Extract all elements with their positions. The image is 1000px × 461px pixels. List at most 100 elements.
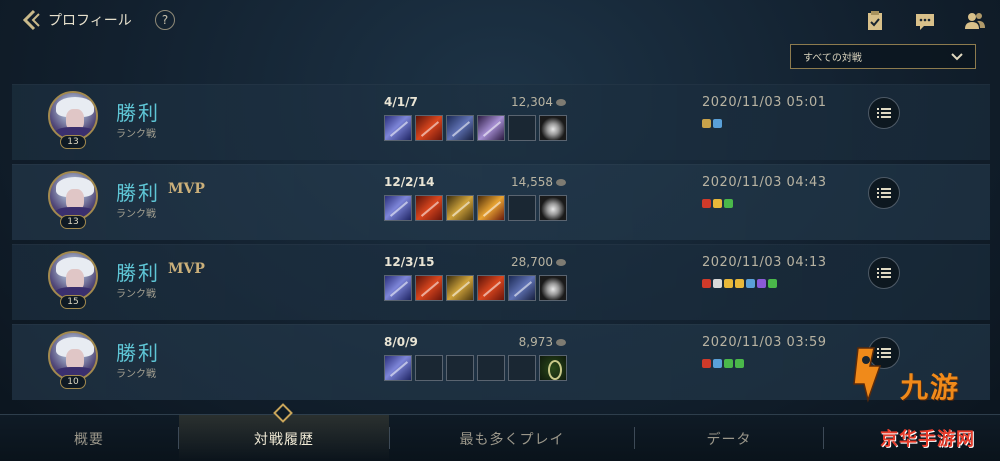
champion-portrait (48, 331, 98, 381)
gold-value: 8,973 (518, 335, 553, 349)
item-slot[interactable] (446, 275, 474, 301)
match-result: 勝利 (116, 341, 160, 365)
empty-item-slot[interactable] (508, 355, 536, 381)
item-slots (384, 115, 567, 141)
tab-most-played[interactable]: 最も多くプレイ (390, 415, 634, 461)
item-slot[interactable] (539, 195, 567, 221)
match-filter-dropdown[interactable]: すべての対戦 (790, 44, 976, 69)
match-detail-button[interactable] (868, 257, 900, 289)
item-slot[interactable] (415, 115, 443, 141)
friends-icon[interactable] (964, 10, 986, 32)
list-icon (877, 268, 891, 278)
match-result: 勝利 (116, 261, 160, 285)
kda: 12/3/15 (384, 255, 435, 269)
champion-portrait (48, 171, 98, 221)
back-button[interactable]: プロフィール (20, 8, 132, 32)
gold-value: 14,558 (511, 175, 553, 189)
achievement-icon (735, 279, 744, 288)
champion-portrait (48, 91, 98, 141)
match-row[interactable]: 10 勝利 ランク戦 8/0/9 8,973 2020/11/03 03:59 (12, 324, 990, 400)
item-slot[interactable] (384, 275, 412, 301)
chat-icon[interactable] (914, 10, 936, 32)
game-mode: ランク戦 (116, 369, 156, 380)
item-slot[interactable] (415, 275, 443, 301)
match-date: 2020/11/03 04:43 (702, 175, 827, 190)
achievement-icon (702, 119, 711, 128)
chevron-down-icon (951, 52, 963, 60)
tab-data[interactable]: データ (635, 415, 823, 461)
achievement-icon (757, 279, 766, 288)
item-slot[interactable] (539, 355, 567, 381)
achievement-icon (702, 279, 711, 288)
top-bar: プロフィール ? (0, 0, 1000, 42)
achievement-icon (768, 279, 777, 288)
mvp-badge: MVP (168, 181, 205, 197)
champion-level-badge: 13 (60, 135, 86, 149)
achievement-badges (702, 119, 722, 128)
mvp-badge: MVP (168, 261, 205, 277)
tab-overview[interactable]: 概要 (0, 415, 178, 461)
match-date: 2020/11/03 03:59 (702, 335, 827, 350)
gold-earned: 8,973 (482, 335, 566, 349)
gold-icon (556, 339, 566, 346)
match-row[interactable]: 15 勝利 MVP ランク戦 12/3/15 28,700 2020/11/03… (12, 244, 990, 320)
champion-level-badge: 13 (60, 215, 86, 229)
gold-earned: 12,304 (482, 95, 566, 109)
match-result: 勝利 (116, 101, 160, 125)
watermark-site: 京华手游网 (880, 429, 975, 450)
item-slot[interactable] (415, 195, 443, 221)
empty-item-slot[interactable] (446, 355, 474, 381)
achievement-icon (724, 359, 733, 368)
achievement-icon (746, 279, 755, 288)
item-slots (384, 195, 567, 221)
item-slot[interactable] (539, 275, 567, 301)
item-slot[interactable] (446, 115, 474, 141)
kda: 8/0/9 (384, 335, 418, 349)
kda: 12/2/14 (384, 175, 435, 189)
item-slot[interactable] (477, 115, 505, 141)
tab-divider (823, 427, 824, 449)
empty-item-slot[interactable] (508, 195, 536, 221)
achievement-icon (713, 359, 722, 368)
item-slot[interactable] (446, 195, 474, 221)
checklist-icon[interactable] (864, 10, 886, 32)
match-row[interactable]: 13 勝利 MVP ランク戦 12/2/14 14,558 2020/11/03… (12, 164, 990, 240)
achievement-badges (702, 279, 777, 288)
bottom-tab-bar: 概要 対戦履歴 最も多くプレイ データ (0, 414, 1000, 461)
achievement-icon (735, 359, 744, 368)
gold-icon (556, 179, 566, 186)
page-title: プロフィール (48, 13, 132, 29)
game-mode: ランク戦 (116, 209, 156, 220)
item-slot[interactable] (477, 195, 505, 221)
empty-item-slot[interactable] (508, 115, 536, 141)
match-detail-button[interactable] (868, 177, 900, 209)
gold-icon (556, 259, 566, 266)
item-slot[interactable] (477, 275, 505, 301)
item-slot[interactable] (539, 115, 567, 141)
achievement-icon (713, 279, 722, 288)
back-chevron-icon (22, 9, 40, 31)
champion-portrait (48, 251, 98, 301)
achievement-icon (713, 119, 722, 128)
match-date: 2020/11/03 05:01 (702, 95, 827, 110)
achievement-icon (702, 199, 711, 208)
champion-level-badge: 15 (60, 295, 86, 309)
item-slot[interactable] (384, 195, 412, 221)
game-mode: ランク戦 (116, 129, 156, 140)
empty-item-slot[interactable] (415, 355, 443, 381)
item-slots (384, 275, 567, 301)
help-button[interactable]: ? (155, 10, 175, 30)
empty-item-slot[interactable] (477, 355, 505, 381)
match-detail-button[interactable] (868, 97, 900, 129)
watermark-brand: 九游 (900, 371, 961, 404)
item-slot[interactable] (384, 355, 412, 381)
achievement-icon (724, 279, 733, 288)
item-slot[interactable] (508, 275, 536, 301)
achievement-badges (702, 359, 744, 368)
match-date: 2020/11/03 04:13 (702, 255, 827, 270)
champion-level-badge: 10 (60, 375, 86, 389)
gold-value: 28,700 (511, 255, 553, 269)
item-slots (384, 355, 567, 381)
item-slot[interactable] (384, 115, 412, 141)
match-row[interactable]: 13 勝利 ランク戦 4/1/7 12,304 2020/11/03 05:01 (12, 84, 990, 160)
